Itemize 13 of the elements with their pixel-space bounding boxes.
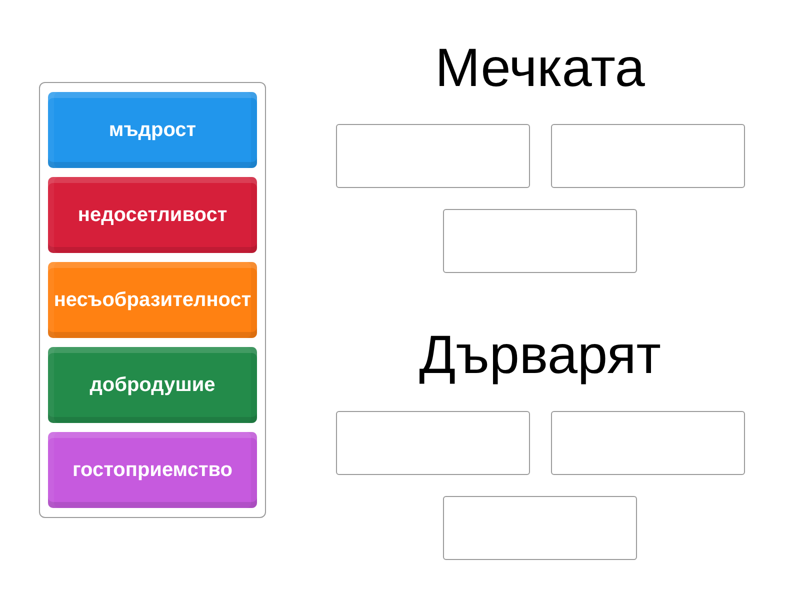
- answer-box[interactable]: [443, 496, 637, 560]
- word-tile[interactable]: добродушие: [48, 347, 257, 423]
- answer-box[interactable]: [550, 411, 744, 475]
- answer-box[interactable]: [443, 209, 637, 273]
- word-tile[interactable]: мъдрост: [48, 92, 257, 168]
- word-tile[interactable]: несъобразителност: [48, 262, 257, 338]
- word-tile[interactable]: гостоприемство: [48, 432, 257, 508]
- group-title: Мечката: [435, 37, 645, 100]
- answer-box[interactable]: [336, 124, 530, 188]
- word-tile[interactable]: недосетливост: [48, 177, 257, 253]
- group-title: Дърварят: [419, 324, 661, 387]
- answer-box[interactable]: [336, 411, 530, 475]
- answer-box[interactable]: [550, 124, 744, 188]
